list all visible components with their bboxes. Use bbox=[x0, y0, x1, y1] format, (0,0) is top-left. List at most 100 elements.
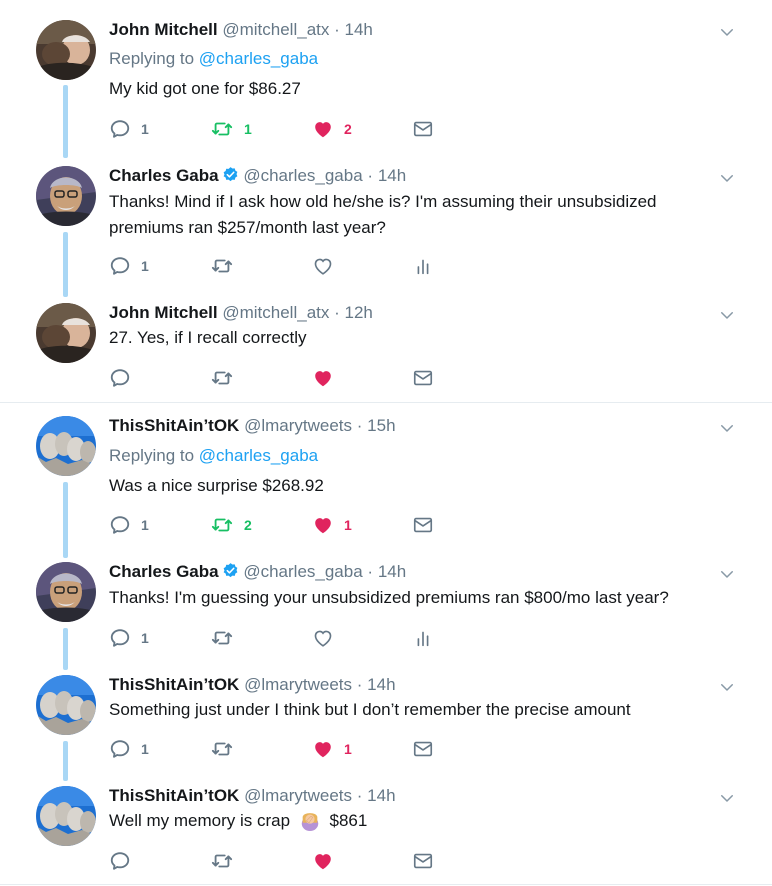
like-button[interactable] bbox=[312, 850, 334, 872]
replying-handle-link[interactable]: @charles_gaba bbox=[199, 49, 318, 68]
retweet-icon bbox=[210, 118, 234, 140]
dm-icon bbox=[412, 850, 434, 872]
avatar[interactable] bbox=[36, 786, 96, 846]
timestamp[interactable]: 14h bbox=[378, 562, 406, 581]
analytics-icon bbox=[412, 255, 434, 277]
timestamp[interactable]: 14h bbox=[378, 166, 406, 185]
retweet-button[interactable] bbox=[210, 738, 234, 760]
like-button[interactable]: 1 bbox=[312, 738, 352, 760]
author-name[interactable]: ThisShitAin’tOK bbox=[109, 675, 239, 694]
tweet-text: Was a nice surprise $268.92 bbox=[109, 476, 324, 495]
like-button[interactable] bbox=[312, 627, 334, 649]
avatar[interactable] bbox=[36, 166, 96, 226]
replying-label: Replying to bbox=[109, 49, 195, 68]
like-button[interactable] bbox=[312, 255, 334, 277]
dm-icon bbox=[412, 367, 434, 389]
chevron-down-icon[interactable] bbox=[718, 23, 736, 41]
reply-button[interactable]: 1 bbox=[109, 627, 149, 649]
tweet-header: ThisShitAin’tOK @lmarytweets · 14h bbox=[109, 786, 396, 806]
author-handle[interactable]: @charles_gaba bbox=[243, 562, 362, 581]
retweet-button[interactable]: 2 bbox=[210, 514, 252, 536]
chevron-down-icon[interactable] bbox=[718, 565, 736, 583]
reply-button[interactable]: 1 bbox=[109, 738, 149, 760]
tweet-header: ThisShitAin’tOK @lmarytweets · 14h bbox=[109, 675, 396, 695]
dm-icon bbox=[412, 738, 434, 760]
like-button[interactable]: 1 bbox=[312, 514, 352, 536]
retweet-icon bbox=[210, 367, 234, 389]
like-button[interactable]: 2 bbox=[312, 118, 352, 140]
tweet-actions: 1 bbox=[109, 255, 549, 277]
like-button[interactable] bbox=[312, 367, 334, 389]
dm-button[interactable] bbox=[412, 514, 434, 536]
retweet-icon bbox=[210, 255, 234, 277]
chevron-down-icon[interactable] bbox=[718, 419, 736, 437]
tweet-header: ThisShitAin’tOK @lmarytweets · 15h bbox=[109, 416, 396, 436]
reply-count: 1 bbox=[141, 517, 149, 533]
timestamp[interactable]: 14h bbox=[367, 786, 395, 805]
like-icon bbox=[312, 738, 334, 760]
reply-icon bbox=[109, 255, 131, 277]
like-icon bbox=[312, 850, 334, 872]
avatar[interactable] bbox=[36, 675, 96, 735]
author-name[interactable]: John Mitchell bbox=[109, 303, 218, 322]
dm-button[interactable] bbox=[412, 850, 434, 872]
tweet-text-before: Well my memory is crap bbox=[109, 811, 291, 830]
timestamp[interactable]: 14h bbox=[345, 20, 373, 39]
reply-button[interactable]: 1 bbox=[109, 514, 149, 536]
dm-button[interactable] bbox=[412, 738, 434, 760]
dm-button[interactable] bbox=[412, 367, 434, 389]
avatar[interactable] bbox=[36, 416, 96, 476]
person-facepalming-icon bbox=[299, 809, 321, 831]
retweet-button[interactable] bbox=[210, 255, 234, 277]
avatar[interactable] bbox=[36, 303, 96, 363]
timestamp[interactable]: 15h bbox=[367, 416, 395, 435]
like-icon bbox=[312, 118, 334, 140]
dm-button[interactable] bbox=[412, 118, 434, 140]
timestamp[interactable]: 14h bbox=[367, 675, 395, 694]
reply-icon bbox=[109, 850, 131, 872]
author-handle[interactable]: @lmarytweets bbox=[244, 786, 352, 805]
like-icon bbox=[312, 255, 334, 277]
tweet-actions: 1 bbox=[109, 627, 549, 649]
author-handle[interactable]: @charles_gaba bbox=[243, 166, 362, 185]
author-handle[interactable]: @mitchell_atx bbox=[222, 303, 329, 322]
reply-count: 1 bbox=[141, 258, 149, 274]
reply-icon bbox=[109, 118, 131, 140]
author-name[interactable]: ThisShitAin’tOK bbox=[109, 786, 239, 805]
chevron-down-icon[interactable] bbox=[718, 678, 736, 696]
analytics-button[interactable] bbox=[412, 627, 434, 649]
reply-button[interactable]: 1 bbox=[109, 255, 149, 277]
retweet-button[interactable] bbox=[210, 367, 234, 389]
reply-icon bbox=[109, 367, 131, 389]
author-name[interactable]: ThisShitAin’tOK bbox=[109, 416, 239, 435]
tweet-text: 27. Yes, if I recall correctly bbox=[109, 328, 307, 347]
retweet-button[interactable] bbox=[210, 627, 234, 649]
timestamp[interactable]: 12h bbox=[345, 303, 373, 322]
retweet-icon bbox=[210, 627, 234, 649]
avatar[interactable] bbox=[36, 562, 96, 622]
separator: · bbox=[356, 786, 363, 805]
like-count: 1 bbox=[344, 517, 352, 533]
analytics-button[interactable] bbox=[412, 255, 434, 277]
author-handle[interactable]: @lmarytweets bbox=[244, 416, 352, 435]
author-handle[interactable]: @mitchell_atx bbox=[222, 20, 329, 39]
retweet-button[interactable] bbox=[210, 850, 234, 872]
author-handle[interactable]: @lmarytweets bbox=[244, 675, 352, 694]
separator: · bbox=[334, 20, 340, 39]
replying-to: Replying to @charles_gaba bbox=[109, 446, 318, 466]
tweet-text-after: $861 bbox=[329, 811, 368, 830]
replying-handle-link[interactable]: @charles_gaba bbox=[199, 446, 318, 465]
chevron-down-icon[interactable] bbox=[718, 306, 736, 324]
author-name[interactable]: Charles Gaba bbox=[109, 562, 219, 581]
thread-line bbox=[63, 85, 68, 158]
author-name[interactable]: Charles Gaba bbox=[109, 166, 219, 185]
retweet-button[interactable]: 1 bbox=[210, 118, 252, 140]
chevron-down-icon[interactable] bbox=[718, 169, 736, 187]
reply-button[interactable] bbox=[109, 367, 131, 389]
chevron-down-icon[interactable] bbox=[718, 789, 736, 807]
reply-button[interactable]: 1 bbox=[109, 118, 149, 140]
author-name[interactable]: John Mitchell bbox=[109, 20, 218, 39]
avatar[interactable] bbox=[36, 20, 96, 80]
reply-button[interactable] bbox=[109, 850, 131, 872]
retweet-icon bbox=[210, 738, 234, 760]
